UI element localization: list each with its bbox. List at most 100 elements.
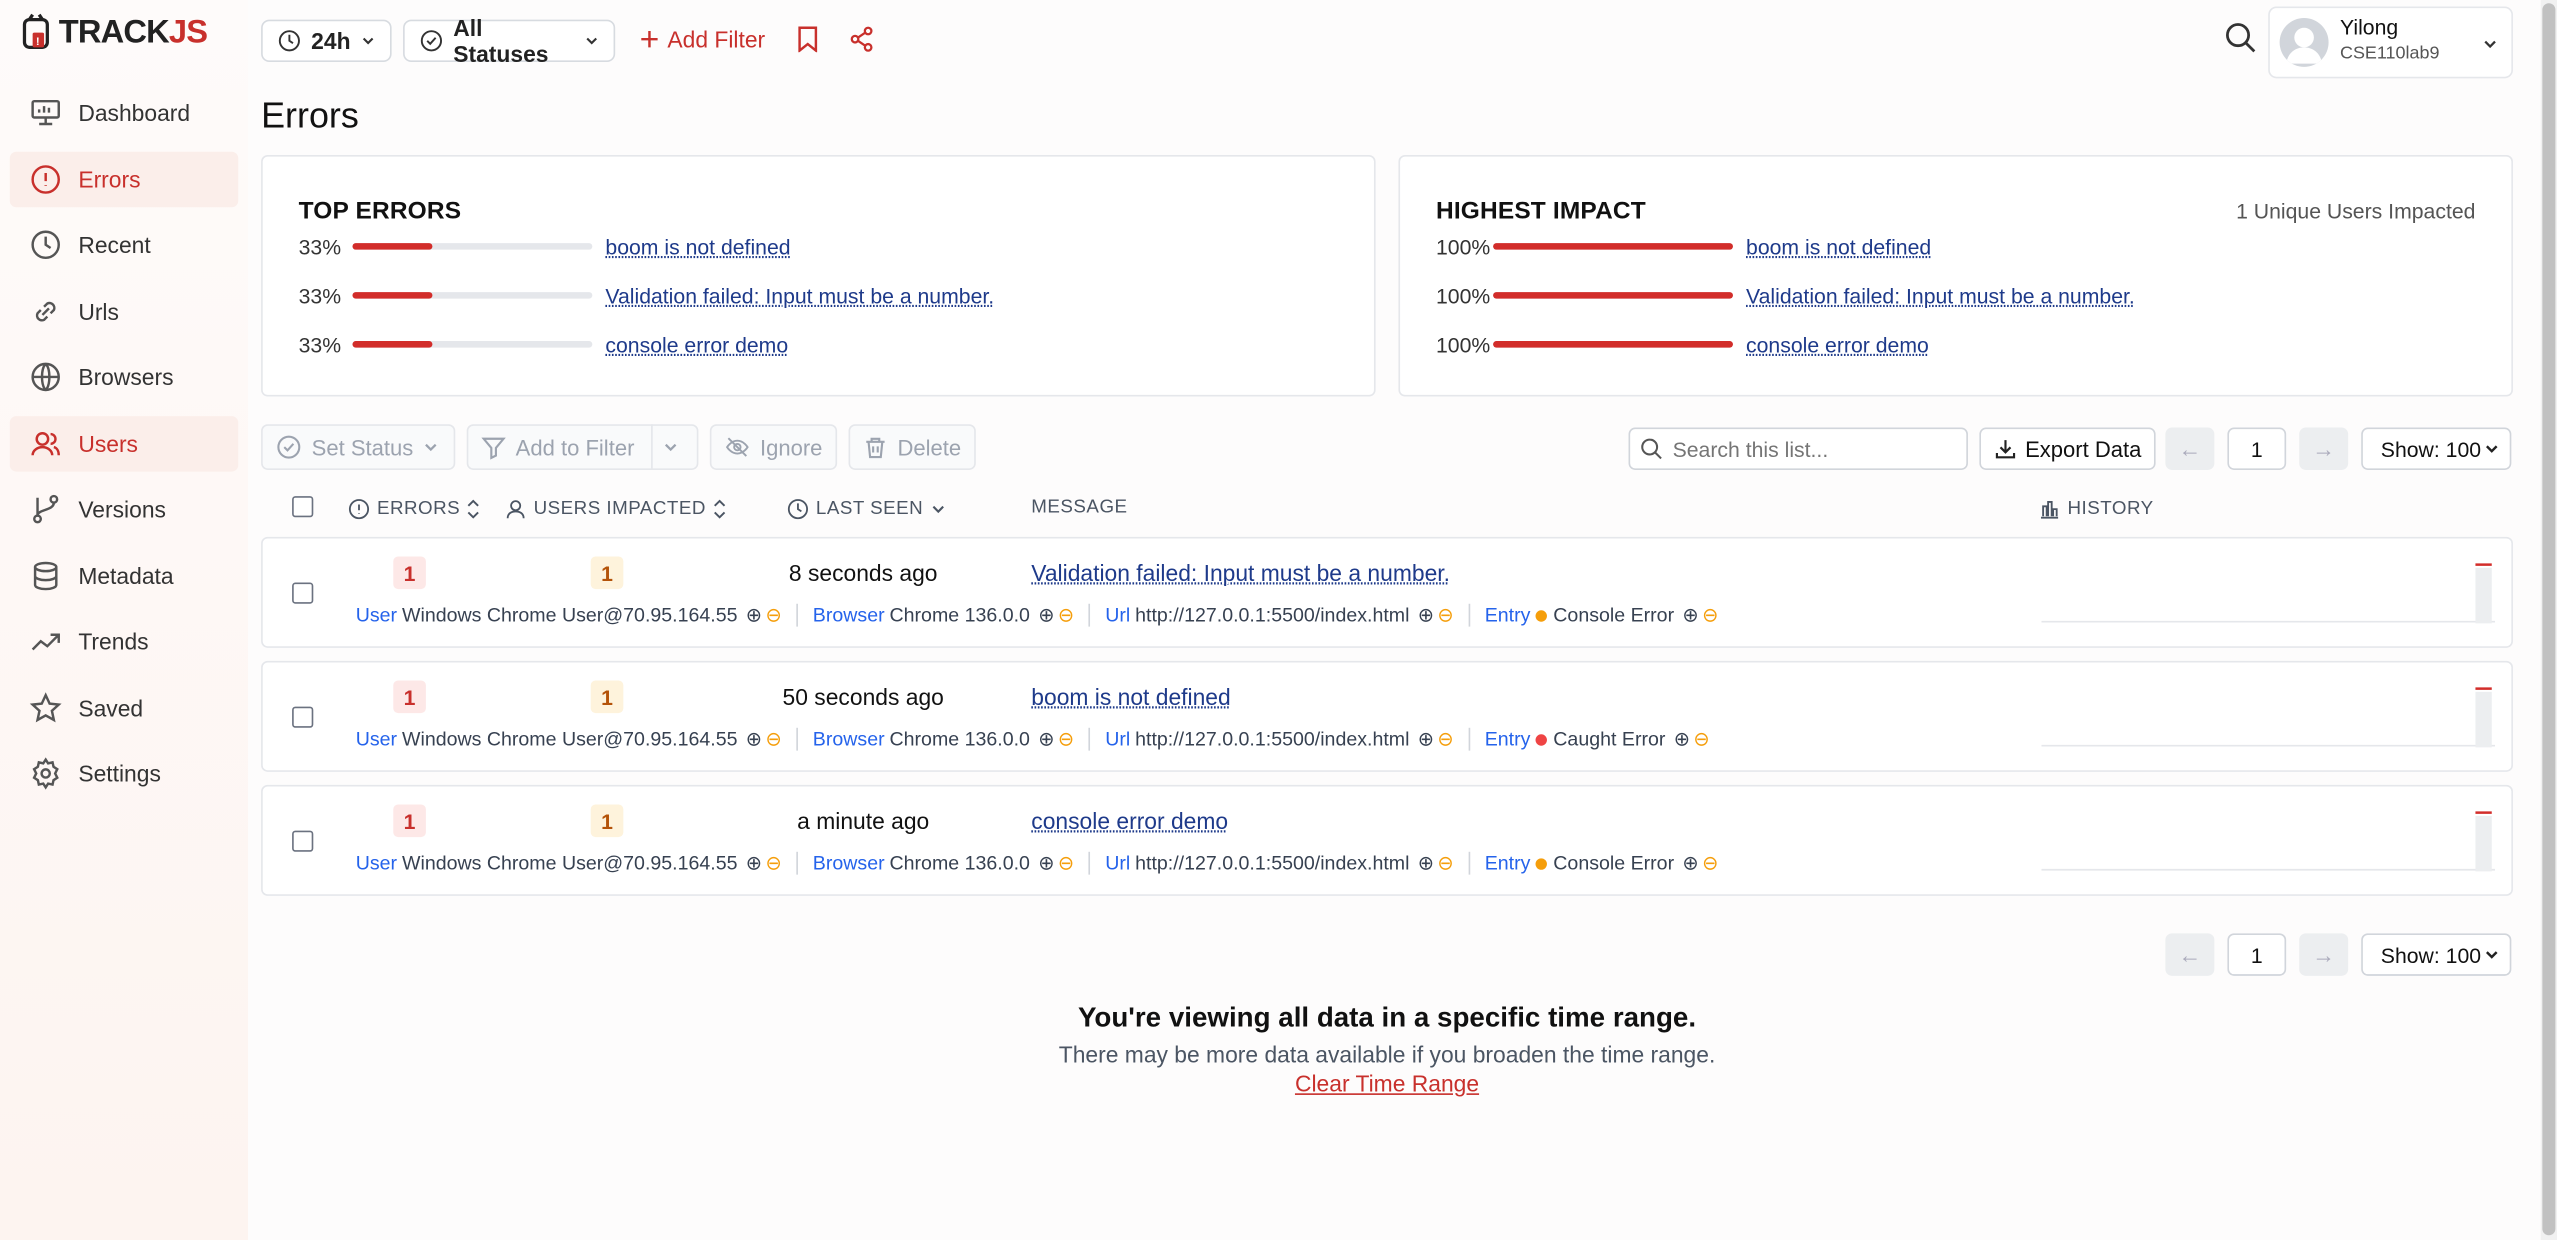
- list-search[interactable]: [1628, 427, 1968, 470]
- sidebar-item-recent[interactable]: Recent: [10, 217, 238, 272]
- plus-circle-icon[interactable]: ⊕: [1038, 852, 1054, 875]
- percent-bar-fill: [1493, 292, 1733, 299]
- page-number-input[interactable]: 1: [2227, 933, 2287, 976]
- search-icon[interactable]: [2224, 21, 2257, 54]
- table-row[interactable]: 1 1 8 seconds ago Validation failed: Inp…: [261, 536, 2513, 648]
- minus-circle-icon[interactable]: ⊖: [765, 852, 781, 875]
- sidebar-item-browsers[interactable]: Browsers: [10, 349, 238, 404]
- error-link[interactable]: console error demo: [1746, 332, 1929, 356]
- logo-text: TRACKJS: [58, 13, 208, 50]
- sidebar-item-versions[interactable]: Versions: [10, 481, 238, 536]
- row-checkbox[interactable]: [292, 582, 314, 604]
- error-link[interactable]: boom is not defined: [1746, 234, 1931, 258]
- export-data-button[interactable]: Export Data: [1979, 427, 2157, 470]
- page-size-select[interactable]: Show: 100: [2361, 427, 2512, 470]
- sidebar-item-saved[interactable]: Saved: [10, 680, 238, 735]
- header-errors[interactable]: ERRORS: [348, 498, 480, 521]
- next-page-button[interactable]: →: [2299, 933, 2349, 976]
- notice-title: You're viewing all data in a specific ti…: [1077, 1001, 1697, 1033]
- row-checkbox[interactable]: [292, 706, 314, 728]
- minus-circle-icon[interactable]: ⊖: [1058, 852, 1074, 875]
- error-message-link[interactable]: boom is not defined: [1031, 684, 1230, 710]
- plus-circle-icon[interactable]: ⊕: [1418, 852, 1434, 875]
- filter-icon: [481, 436, 506, 459]
- plus-circle-icon[interactable]: ⊕: [1038, 728, 1054, 751]
- minus-circle-icon[interactable]: ⊖: [1058, 604, 1074, 627]
- trackjs-logo[interactable]: ! TRACKJS: [20, 13, 208, 52]
- unique-users-count: 1 Unique Users Impacted: [2236, 199, 2476, 224]
- notice-text: There may be more data available if you …: [1058, 1041, 1716, 1068]
- sidebar-item-urls[interactable]: Urls: [10, 283, 238, 338]
- error-link[interactable]: boom is not defined: [605, 234, 790, 258]
- table-row[interactable]: 1 1 a minute ago console error demo User…: [261, 784, 2513, 896]
- row-checkbox[interactable]: [292, 830, 314, 852]
- sidebar-item-users[interactable]: Users: [9, 415, 239, 471]
- share-icon[interactable]: [849, 26, 875, 52]
- user-menu[interactable]: Yilong CSE110lab9: [2268, 6, 2513, 79]
- plus-circle-icon[interactable]: ⊕: [1682, 852, 1698, 875]
- ignore-button[interactable]: Ignore: [709, 424, 838, 470]
- set-status-button[interactable]: Set Status: [261, 424, 456, 470]
- prev-page-button[interactable]: ←: [2165, 427, 2215, 470]
- minus-circle-icon[interactable]: ⊖: [1058, 728, 1074, 751]
- error-link[interactable]: console error demo: [605, 332, 788, 356]
- delete-button[interactable]: Delete: [848, 424, 976, 470]
- clock-icon: [31, 230, 60, 260]
- chevron-down-icon: [586, 37, 597, 45]
- plus-circle-icon[interactable]: ⊕: [1682, 604, 1698, 627]
- add-to-filter-button[interactable]: Add to Filter: [466, 424, 699, 470]
- search-input[interactable]: [1672, 436, 1951, 461]
- prev-page-button[interactable]: ←: [2165, 933, 2215, 976]
- plus-circle-icon[interactable]: ⊕: [746, 728, 762, 751]
- minus-circle-icon[interactable]: ⊖: [1437, 604, 1453, 627]
- error-message-link[interactable]: console error demo: [1031, 808, 1228, 834]
- select-all-checkbox[interactable]: [292, 496, 314, 518]
- header-label: MESSAGE: [1031, 497, 1128, 518]
- sidebar-item-label: Trends: [78, 628, 149, 655]
- scrollbar[interactable]: [2540, 0, 2557, 1240]
- plus-circle-icon[interactable]: ⊕: [746, 852, 762, 875]
- svg-text:!: !: [36, 36, 40, 48]
- plus-circle-icon[interactable]: ⊕: [1674, 728, 1690, 751]
- header-users-impacted[interactable]: USERS IMPACTED: [504, 498, 725, 521]
- minus-circle-icon[interactable]: ⊖: [1437, 728, 1453, 751]
- clear-time-range-link[interactable]: Clear Time Range: [1295, 1070, 1479, 1096]
- plus-icon: [641, 31, 658, 48]
- history-sparkline: [2041, 687, 2496, 748]
- scrollbar-thumb[interactable]: [2542, 3, 2556, 1236]
- minus-circle-icon[interactable]: ⊖: [765, 728, 781, 751]
- error-message-link[interactable]: Validation failed: Input must be a numbe…: [1031, 560, 1450, 586]
- sidebar-item-metadata[interactable]: Metadata: [10, 547, 238, 602]
- percent-bar-fill: [352, 243, 432, 250]
- header-last-seen[interactable]: LAST SEEN: [787, 498, 947, 521]
- minus-circle-icon[interactable]: ⊖: [1702, 604, 1718, 627]
- sort-icon: [467, 499, 479, 519]
- page-number-input[interactable]: 1: [2227, 427, 2287, 470]
- plus-circle-icon[interactable]: ⊕: [1418, 604, 1434, 627]
- bookmark-icon[interactable]: [796, 26, 819, 53]
- minus-circle-icon[interactable]: ⊖: [1702, 852, 1718, 875]
- table-row[interactable]: 1 1 50 seconds ago boom is not defined U…: [261, 660, 2513, 772]
- sidebar-item-errors[interactable]: Errors: [9, 150, 239, 207]
- sidebar-item-trends[interactable]: Trends: [10, 614, 238, 669]
- next-page-button[interactable]: →: [2299, 427, 2349, 470]
- status-filter-select[interactable]: All Statuses: [403, 15, 616, 67]
- minus-circle-icon[interactable]: ⊖: [1693, 728, 1709, 751]
- error-link[interactable]: Validation failed: Input must be a numbe…: [1746, 283, 2135, 307]
- plus-circle-icon[interactable]: ⊕: [1418, 728, 1434, 751]
- sidebar-item-dashboard[interactable]: Dashboard: [10, 85, 238, 140]
- sidebar-item-settings[interactable]: Settings: [10, 746, 238, 801]
- plus-circle-icon[interactable]: ⊕: [1038, 604, 1054, 627]
- page-title: Errors: [261, 94, 359, 136]
- page-size-select[interactable]: Show: 100: [2361, 933, 2512, 976]
- error-link[interactable]: Validation failed: Input must be a numbe…: [605, 283, 994, 307]
- plus-circle-icon[interactable]: ⊕: [746, 604, 762, 627]
- checkbox[interactable]: [292, 496, 314, 518]
- footer-pager: ← 1 → Show: 100: [261, 930, 2513, 979]
- meta-value: Windows Chrome User@70.95.164.55: [401, 851, 738, 875]
- minus-circle-icon[interactable]: ⊖: [1437, 852, 1453, 875]
- minus-circle-icon[interactable]: ⊖: [765, 604, 781, 627]
- time-range-select[interactable]: 24h: [261, 19, 392, 63]
- sort-icon: [713, 499, 725, 519]
- add-filter-button[interactable]: Add Filter: [640, 26, 765, 52]
